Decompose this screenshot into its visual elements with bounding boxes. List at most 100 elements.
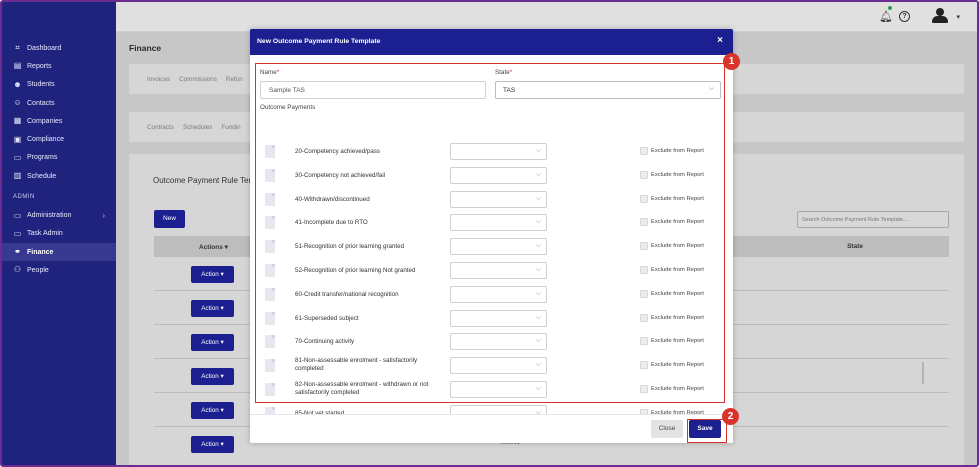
- chart-icon: ⌗: [15, 43, 20, 53]
- sidebar-item-reports[interactable]: ▤ Reports: [2, 57, 116, 75]
- tab-funding[interactable]: Fundin: [221, 124, 240, 131]
- sidebar-item-administration[interactable]: ▭ Administration ›: [2, 206, 116, 224]
- sidebar-item-schedule[interactable]: ▥ Schedule: [2, 167, 116, 185]
- exclude-checkbox[interactable]: [640, 289, 648, 298]
- exclude-checkbox[interactable]: [640, 361, 648, 370]
- highlight-box-2: [687, 419, 727, 443]
- tab-invoices[interactable]: Invoices: [147, 76, 170, 83]
- exclude-checkbox[interactable]: [640, 385, 648, 393]
- modal-title: New Outcome Payment Rule Template: [257, 38, 381, 45]
- tab-refunds[interactable]: Refun: [226, 76, 243, 83]
- outcome-select[interactable]: ⌵: [450, 333, 547, 351]
- action-button[interactable]: Action ▾: [191, 368, 234, 385]
- exclude-checkbox[interactable]: [640, 147, 648, 155]
- outcome-select[interactable]: ⌵: [450, 285, 547, 303]
- outcome-label: 51-Recognition of prior learning granted: [295, 243, 405, 251]
- action-button[interactable]: Action ▾: [191, 334, 234, 351]
- app-frame: ⌗ Dashboard ▤ Reports ☻ Students ☺ Contacts …: [0, 0, 979, 467]
- name-field[interactable]: Sample TAS: [260, 81, 486, 99]
- state-label: State*: [495, 69, 513, 76]
- outcome-select[interactable]: ⌵: [450, 404, 547, 414]
- document-icon: [265, 216, 275, 230]
- sidebar-item-label: People: [27, 266, 49, 274]
- sidebar-item-programs[interactable]: ▭ Programs: [2, 149, 116, 167]
- column-header-actions[interactable]: Actions ▾: [199, 243, 228, 251]
- sidebar-item-dashboard[interactable]: ⌗ Dashboard: [2, 39, 116, 57]
- action-button[interactable]: Action ▾: [191, 266, 234, 283]
- bell-icon[interactable]: 🔔︎: [879, 10, 893, 23]
- outcome-select[interactable]: ⌵: [450, 214, 547, 232]
- outcome-row: 61-Superseded subject ⌵ Exclude from Repor…: [261, 308, 721, 330]
- tab-contracts[interactable]: Contracts: [147, 124, 174, 131]
- outcome-label: 82-Non-assessable enrolment - withdrawn …: [295, 381, 429, 396]
- sidebar-item-companies[interactable]: ▦ Companies: [2, 112, 116, 130]
- outcome-label: 40-Withdrawn/discontinued: [295, 195, 370, 203]
- exclude-checkbox[interactable]: [640, 242, 648, 251]
- close-icon[interactable]: ×: [717, 35, 723, 46]
- outcome-label: 41-Incomplete due to RTO: [295, 219, 368, 227]
- document-icon: [265, 192, 275, 206]
- outcome-select[interactable]: ⌵: [450, 262, 547, 279]
- outcome-select[interactable]: ⌵: [450, 190, 547, 208]
- outcome-select[interactable]: ⌵: [450, 357, 547, 375]
- close-button[interactable]: Close: [651, 420, 683, 438]
- exclude-label: Exclude from Report: [651, 386, 704, 392]
- outcome-select[interactable]: ⌵: [450, 166, 547, 184]
- people-icon: ⚇: [13, 265, 22, 275]
- action-button[interactable]: Action ▾: [191, 300, 234, 317]
- exclude-label: Exclude from Report: [651, 219, 704, 226]
- students-icon: ☻: [13, 79, 22, 89]
- tab-schedules[interactable]: Schedules: [183, 124, 212, 131]
- exclude-checkbox[interactable]: [640, 337, 648, 346]
- exclude-checkbox[interactable]: [640, 218, 648, 227]
- sidebar-item-label: Programs: [27, 154, 58, 162]
- sidebar-item-finance[interactable]: ⚭ Finance: [2, 242, 116, 262]
- chevron-down-icon: ⌵: [535, 242, 541, 250]
- tab-commissions[interactable]: Commissions: [179, 76, 217, 83]
- outcome-select[interactable]: ⌵: [450, 309, 547, 327]
- sidebar-item-contacts[interactable]: ☺ Contacts: [2, 94, 116, 112]
- exclude-checkbox[interactable]: [640, 170, 648, 179]
- card-title: Outcome Payment Rule Ten: [153, 176, 253, 185]
- page-title: Finance: [129, 43, 162, 53]
- chevron-down-icon: ⌵: [535, 218, 541, 226]
- chevron-down-icon[interactable]: ▾: [956, 13, 960, 21]
- exclude-checkbox[interactable]: [640, 194, 648, 203]
- sidebar-item-compliance[interactable]: ▣ Compliance: [2, 130, 116, 148]
- sidebar-item-students[interactable]: ☻ Students: [2, 76, 116, 94]
- chevron-down-icon: ⌵: [535, 385, 541, 392]
- help-icon[interactable]: ?: [899, 11, 910, 22]
- sidebar-item-task-admin[interactable]: ▭ Task Admin: [2, 225, 116, 243]
- admin-icon: ▭: [13, 210, 22, 220]
- outcome-row: 60-Credit transfer/national recognition ⌵…: [261, 284, 721, 306]
- exclude-label: Exclude from Report: [651, 243, 704, 250]
- outcome-select[interactable]: ⌵: [450, 381, 547, 398]
- state-select[interactable]: TAS ⌵: [495, 81, 721, 99]
- sidebar-item-people[interactable]: ⚇ People: [2, 261, 116, 279]
- outcome-payments-label: Outcome Payments: [260, 104, 316, 111]
- exclude-label: Exclude from Report: [651, 267, 704, 273]
- chevron-down-icon: ⌵: [708, 85, 714, 92]
- outcome-label: 81-Non-assessable enrolment - satisfacto…: [295, 357, 418, 373]
- outcome-select[interactable]: ⌵: [450, 238, 547, 256]
- sidebar-item-label: Finance: [27, 248, 54, 256]
- exclude-checkbox[interactable]: [640, 266, 648, 274]
- sidebar-item-label: Compliance: [27, 136, 64, 144]
- task-icon: ▭: [13, 228, 22, 238]
- user-avatar-icon[interactable]: [931, 8, 949, 24]
- exclude-label: Exclude from Report: [651, 148, 704, 154]
- outcome-row: 52-Recognition of prior learning Not gra…: [261, 260, 721, 282]
- outcome-select[interactable]: ⌵: [450, 143, 547, 160]
- search-input[interactable]: Search Outcome Payment Rule Template...: [797, 211, 949, 228]
- outcome-row: 41-Incomplete due to RTO ⌵ Exclude from Re…: [261, 212, 721, 234]
- exclude-checkbox[interactable]: [640, 313, 648, 322]
- action-button[interactable]: Action ▾: [191, 436, 234, 453]
- action-button[interactable]: Action ▾: [191, 402, 234, 419]
- new-button[interactable]: New: [154, 210, 185, 228]
- document-icon: [265, 359, 275, 373]
- sidebar: ⌗ Dashboard ▤ Reports ☻ Students ☺ Contacts …: [2, 2, 116, 465]
- exclude-label: Exclude from Report: [651, 314, 704, 321]
- sidebar-item-label: Contacts: [27, 99, 55, 107]
- column-header-state[interactable]: State: [847, 243, 863, 250]
- outcome-label: 52-Recognition of prior learning Not gra…: [295, 267, 416, 274]
